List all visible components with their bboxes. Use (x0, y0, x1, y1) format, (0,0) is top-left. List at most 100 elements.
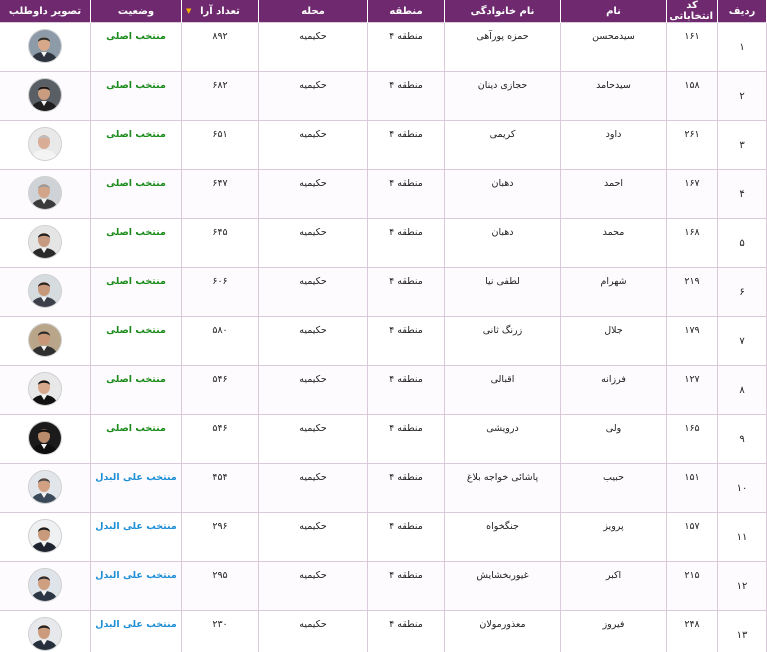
region-cell: منطقه ۴ (367, 610, 445, 652)
election-code-cell: ۱۵۸ (666, 71, 718, 121)
status-cell: منتخب اصلی (90, 22, 182, 72)
vote-count-cell: ۵۴۶ (181, 414, 259, 464)
election-code-cell: ۱۶۷ (666, 169, 718, 219)
candidate-photo[interactable] (28, 616, 62, 651)
vote-count-cell: ۵۴۶ (181, 365, 259, 415)
vote-count-cell: ۲۹۵ (181, 561, 259, 611)
election-code-cell: ۱۶۱ (666, 22, 718, 72)
row-number-cell: ۴ (717, 169, 767, 219)
table-row[interactable]: ۱۲ ۲۱۵ اکبر غیوربخشایش منطقه ۴ حکیمیه ۲۹۵ منتخب… (0, 561, 767, 611)
row-number-cell: ۱۰ (717, 463, 767, 513)
header-row-number[interactable]: ردیف (717, 0, 767, 23)
table-row[interactable]: ۷ ۱۷۹ جلال زرنگ ثانی منطقه ۴ حکیمیه ۵۸۰ منتخب ا… (0, 316, 767, 366)
table-row[interactable]: ۱۱ ۱۵۷ پرویز جنگخواه منطقه ۴ حکیمیه ۲۹۶ منتخب ع… (0, 512, 767, 562)
status-cell: منتخب اصلی (90, 71, 182, 121)
header-votes[interactable]: تعداد آرا ▼ (181, 0, 259, 23)
election-code-cell: ۱۷۹ (666, 316, 718, 366)
vote-count-cell: ۲۹۶ (181, 512, 259, 562)
header-region[interactable]: منطقه (367, 0, 445, 23)
status-cell: منتخب اصلی (90, 218, 182, 268)
photo-cell (0, 610, 91, 652)
candidate-photo[interactable] (28, 28, 62, 63)
candidate-photo[interactable] (28, 175, 62, 210)
first-name-cell: جلال (560, 316, 667, 366)
photo-cell (0, 316, 91, 366)
region-cell: منطقه ۴ (367, 414, 445, 464)
photo-cell (0, 267, 91, 317)
status-cell: منتخب اصلی (90, 316, 182, 366)
district-cell: حکیمیه (258, 414, 368, 464)
family-name-cell: حجازی دینان (444, 71, 561, 121)
table-row[interactable]: ۸ ۱۲۷ فرزانه اقبالی منطقه ۴ حکیمیه ۵۴۶ منتخب اص… (0, 365, 767, 415)
row-number-cell: ۵ (717, 218, 767, 268)
header-photo[interactable]: تصویر داوطلب (0, 0, 91, 23)
region-cell: منطقه ۴ (367, 169, 445, 219)
candidate-photo[interactable] (28, 518, 62, 553)
first-name-cell: محمد (560, 218, 667, 268)
family-name-cell: درویشی (444, 414, 561, 464)
candidate-photo[interactable] (28, 322, 62, 357)
first-name-cell: شهرام (560, 267, 667, 317)
first-name-cell: ولی (560, 414, 667, 464)
election-code-cell: ۱۶۸ (666, 218, 718, 268)
header-election-code[interactable]: کد انتخاباتی (666, 0, 718, 23)
family-name-cell: اقبالی (444, 365, 561, 415)
candidate-photo[interactable] (28, 567, 62, 602)
first-name-cell: فرزانه (560, 365, 667, 415)
candidate-photo[interactable] (28, 371, 62, 406)
sort-desc-icon: ▼ (186, 7, 192, 15)
candidate-photo[interactable] (28, 420, 62, 455)
election-results-table: ردیف کد انتخاباتی نام نام خانوادگی منطقه… (0, 0, 767, 652)
table-row[interactable]: ۶ ۲۱۹ شهرام لطفی نیا منطقه ۴ حکیمیه ۶۰۶ منتخب ا… (0, 267, 767, 317)
region-cell: منطقه ۴ (367, 561, 445, 611)
table-row[interactable]: ۴ ۱۶۷ احمد دهبان منطقه ۴ حکیمیه ۶۴۷ منتخب اصلی (0, 169, 767, 219)
photo-cell (0, 561, 91, 611)
family-name-cell: کریمی (444, 120, 561, 170)
photo-cell (0, 414, 91, 464)
first-name-cell: سیدحامد (560, 71, 667, 121)
photo-cell (0, 365, 91, 415)
photo-cell (0, 218, 91, 268)
district-cell: حکیمیه (258, 120, 368, 170)
status-cell: منتخب اصلی (90, 120, 182, 170)
row-number-cell: ۷ (717, 316, 767, 366)
table-row[interactable]: ۳ ۲۶۱ داود کریمی منطقه ۴ حکیمیه ۶۵۱ منتخب اصلی (0, 120, 767, 170)
family-name-cell: زرنگ ثانی (444, 316, 561, 366)
table-row[interactable]: ۵ ۱۶۸ محمد دهبان منطقه ۴ حکیمیه ۶۴۵ منتخب اصلی (0, 218, 767, 268)
row-number-cell: ۶ (717, 267, 767, 317)
candidate-photo[interactable] (28, 126, 62, 161)
table-row[interactable]: ۱۳ ۲۴۸ فیروز معذورمولان منطقه ۴ حکیمیه ۲۳۰ منتخ… (0, 610, 767, 652)
table-row[interactable]: ۲ ۱۵۸ سیدحامد حجازی دینان منطقه ۴ حکیمیه ۶۸۲ من… (0, 71, 767, 121)
election-code-cell: ۱۵۷ (666, 512, 718, 562)
row-number-cell: ۱۱ (717, 512, 767, 562)
election-code-cell: ۲۱۹ (666, 267, 718, 317)
candidate-photo[interactable] (28, 273, 62, 308)
table-row[interactable]: ۱۰ ۱۵۱ حبیب پاشائی خواجه بلاغ منطقه ۴ حکیمیه ۴… (0, 463, 767, 513)
candidate-photo[interactable] (28, 77, 62, 112)
vote-count-cell: ۶۴۷ (181, 169, 259, 219)
table-row[interactable]: ۱ ۱۶۱ سیدمحسن حمزه پورآهی منطقه ۴ حکیمیه ۸۹۲ من… (0, 22, 767, 72)
first-name-cell: حبیب (560, 463, 667, 513)
status-cell: منتخب اصلی (90, 267, 182, 317)
district-cell: حکیمیه (258, 169, 368, 219)
vote-count-cell: ۵۸۰ (181, 316, 259, 366)
header-family-name[interactable]: نام خانوادگی (444, 0, 561, 23)
election-code-cell: ۱۵۱ (666, 463, 718, 513)
election-code-cell: ۲۶۱ (666, 120, 718, 170)
photo-cell (0, 463, 91, 513)
header-district[interactable]: محله (258, 0, 368, 23)
candidate-photo[interactable] (28, 469, 62, 504)
election-code-cell: ۱۲۷ (666, 365, 718, 415)
district-cell: حکیمیه (258, 71, 368, 121)
header-votes-label: تعداد آرا (200, 5, 240, 17)
table-row[interactable]: ۹ ۱۶۵ ولی درویشی منطقه ۴ حکیمیه ۵۴۶ منتخب اصلی (0, 414, 767, 464)
region-cell: منطقه ۴ (367, 22, 445, 72)
header-status[interactable]: وضعیت (90, 0, 182, 23)
row-number-cell: ۱۳ (717, 610, 767, 652)
vote-count-cell: ۶۰۶ (181, 267, 259, 317)
status-cell: منتخب اصلی (90, 169, 182, 219)
row-number-cell: ۹ (717, 414, 767, 464)
district-cell: حکیمیه (258, 610, 368, 652)
candidate-photo[interactable] (28, 224, 62, 259)
header-first-name[interactable]: نام (560, 0, 667, 23)
